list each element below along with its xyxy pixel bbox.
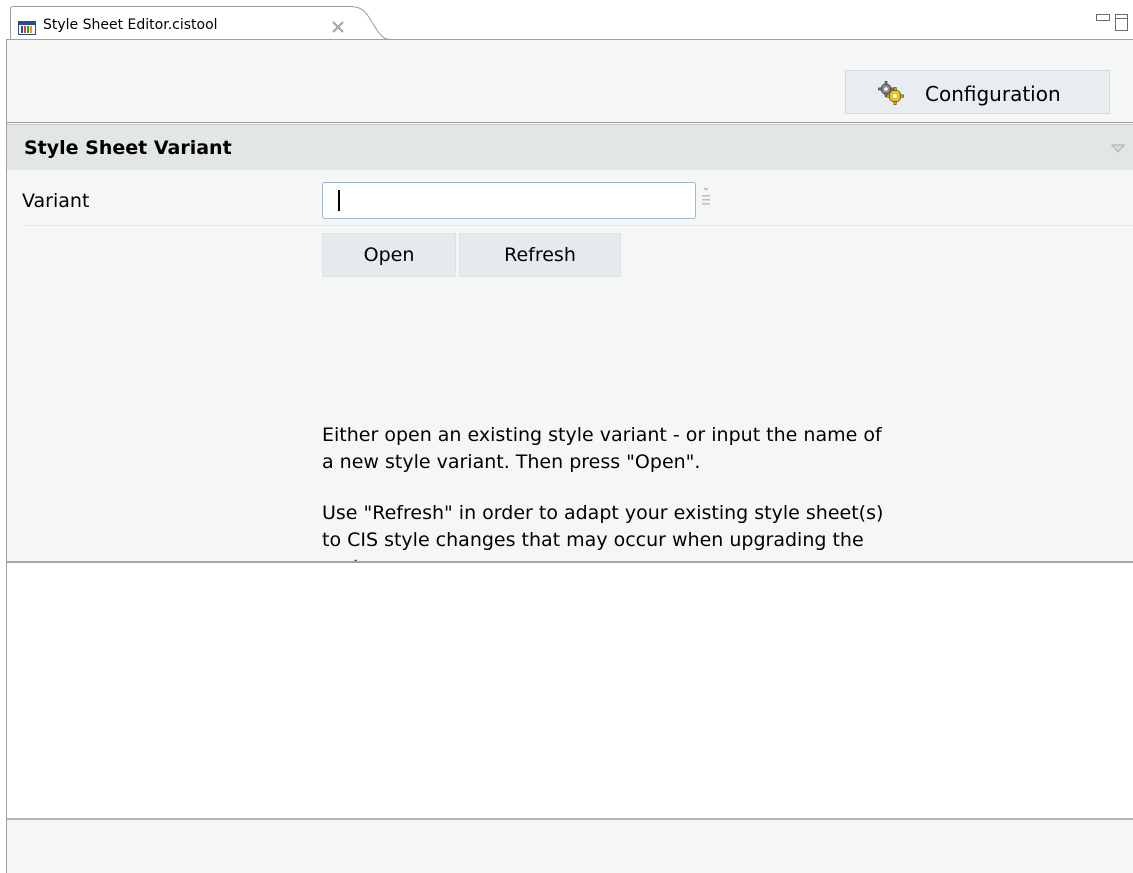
section-header: Style Sheet Variant	[7, 125, 1133, 170]
value-help-icon[interactable]	[700, 187, 712, 207]
help-line: a new style variant. Then press "Open".	[322, 451, 701, 473]
editor-tab[interactable]: Style Sheet Editor.cistool	[10, 6, 390, 40]
empty-content-area	[7, 563, 1133, 818]
help-line: Use "Refresh" in order to adapt your exi…	[322, 502, 884, 524]
configuration-label: Configuration	[925, 82, 1061, 106]
tab-title: Style Sheet Editor.cistool	[43, 17, 218, 33]
refresh-button[interactable]: Refresh	[459, 233, 621, 277]
variant-label: Variant	[22, 190, 90, 212]
editor-icon	[18, 21, 36, 35]
text-caret	[338, 190, 340, 211]
divider	[22, 225, 1133, 226]
gears-icon	[878, 81, 904, 105]
toolbar: Configuration	[7, 40, 1133, 122]
help-paragraph-open: Either open an existing style variant - …	[322, 422, 882, 476]
editor-tab-strip: Style Sheet Editor.cistool	[0, 0, 1133, 40]
help-line: to CIS style changes that may occur when…	[322, 529, 864, 551]
section-body: Variant Open Refresh Either open an exis…	[7, 170, 1133, 578]
chevron-down-icon[interactable]	[1111, 144, 1125, 153]
maximize-icon[interactable]	[1115, 14, 1128, 31]
configuration-button[interactable]: Configuration	[845, 70, 1110, 114]
minimize-icon[interactable]	[1096, 14, 1110, 21]
help-line: Either open an existing style variant - …	[322, 424, 882, 446]
open-button[interactable]: Open	[322, 233, 456, 277]
variant-input[interactable]	[322, 182, 696, 219]
section-title: Style Sheet Variant	[24, 137, 232, 159]
editor-area: Configuration Style Sheet Variant Varian…	[6, 39, 1133, 873]
status-bar	[7, 820, 1133, 873]
close-icon[interactable]	[331, 20, 345, 34]
